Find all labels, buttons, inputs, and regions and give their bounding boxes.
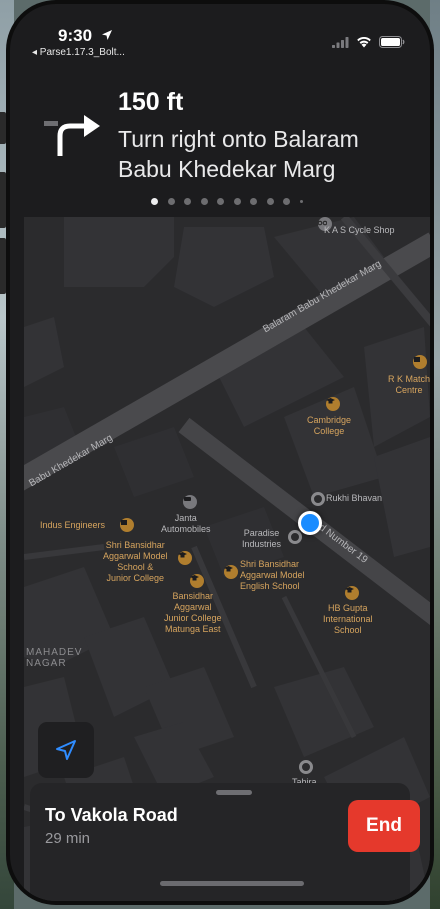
cellular-signal-icon	[332, 37, 349, 48]
recenter-button[interactable]	[38, 722, 94, 778]
step-dot[interactable]	[233, 197, 241, 205]
wifi-icon	[357, 36, 371, 48]
step-dot[interactable]	[266, 197, 274, 205]
step-pager[interactable]	[151, 197, 312, 205]
step-dot[interactable]	[283, 197, 290, 205]
current-location-dot	[298, 511, 322, 535]
trip-summary-sheet[interactable]: To Vakola Road 29 min End	[30, 783, 420, 901]
step-dot[interactable]	[250, 197, 257, 205]
place-kas-cycle-shop[interactable]: K A S Cycle Shop	[324, 225, 395, 236]
destination-title: To Vakola Road	[45, 805, 178, 825]
back-to-app-link[interactable]: ◂ Parse1.17.3_Bolt...	[32, 47, 125, 58]
step-dot[interactable]	[151, 197, 158, 205]
place-shri-bansidhar-english-school[interactable]: Shri Bansidhar Aggarwal Model English Sc…	[240, 559, 305, 592]
step-dot[interactable]	[184, 197, 191, 205]
screen: 9:30 ◂ Parse1.17.3_Bolt... 150 ft Turn r…	[10, 4, 430, 901]
area-mahadev-nagar: MAHADEV NAGAR	[26, 647, 83, 669]
poi-marker-icon	[299, 760, 313, 774]
graduation-cap-icon	[224, 565, 238, 579]
graduation-cap-icon	[190, 574, 204, 588]
place-shri-bansidhar-model-school[interactable]: Shri Bansidhar Aggarwal Model School & J…	[103, 540, 168, 584]
place-rukhi-bhavan[interactable]: Rukhi Bhavan	[326, 493, 382, 504]
store-icon	[413, 355, 427, 369]
car-icon	[183, 495, 197, 509]
step-dot[interactable]	[299, 199, 303, 203]
graduation-cap-icon	[178, 551, 192, 565]
location-arrow-icon	[56, 740, 76, 760]
battery-icon	[379, 36, 405, 48]
step-dot[interactable]	[200, 197, 208, 205]
place-paradise-industries[interactable]: Paradise Industries	[242, 528, 281, 550]
phone-frame: 9:30 ◂ Parse1.17.3_Bolt... 150 ft Turn r…	[6, 0, 434, 905]
store-icon	[120, 518, 134, 532]
graduation-cap-icon	[326, 397, 340, 411]
status-bar: 9:30 ◂ Parse1.17.3_Bolt...	[10, 4, 430, 64]
eta-text: 29 min	[45, 830, 91, 847]
turn-right-arrow-icon	[44, 115, 100, 156]
place-indus-engineers[interactable]: Indus Engineers	[40, 520, 105, 531]
location-services-icon	[102, 30, 112, 40]
poi-marker-icon	[311, 492, 325, 506]
end-navigation-button[interactable]: End	[348, 800, 420, 852]
place-janta-automobiles[interactable]: Janta Automobiles	[161, 513, 211, 535]
home-indicator[interactable]	[160, 881, 304, 886]
place-bansidhar-junior-college[interactable]: Bansidhar Aggarwal Junior College Matung…	[164, 591, 222, 635]
step-dot[interactable]	[217, 197, 224, 205]
place-cambridge-college[interactable]: Cambridge College	[307, 415, 351, 437]
step-dot[interactable]	[167, 197, 175, 205]
status-time: 9:30	[58, 26, 93, 45]
sheet-grabber[interactable]	[216, 790, 252, 795]
poi-marker-icon	[288, 530, 302, 544]
maneuver-instruction: Turn right onto Balaram Babu Khedekar Ma…	[118, 126, 359, 182]
place-rk-match-centre[interactable]: R K Match Centre	[388, 374, 430, 396]
maneuver-distance: 150 ft	[118, 88, 184, 116]
place-hb-gupta-international-school[interactable]: HB Gupta International School	[323, 603, 373, 636]
graduation-cap-icon	[345, 586, 359, 600]
